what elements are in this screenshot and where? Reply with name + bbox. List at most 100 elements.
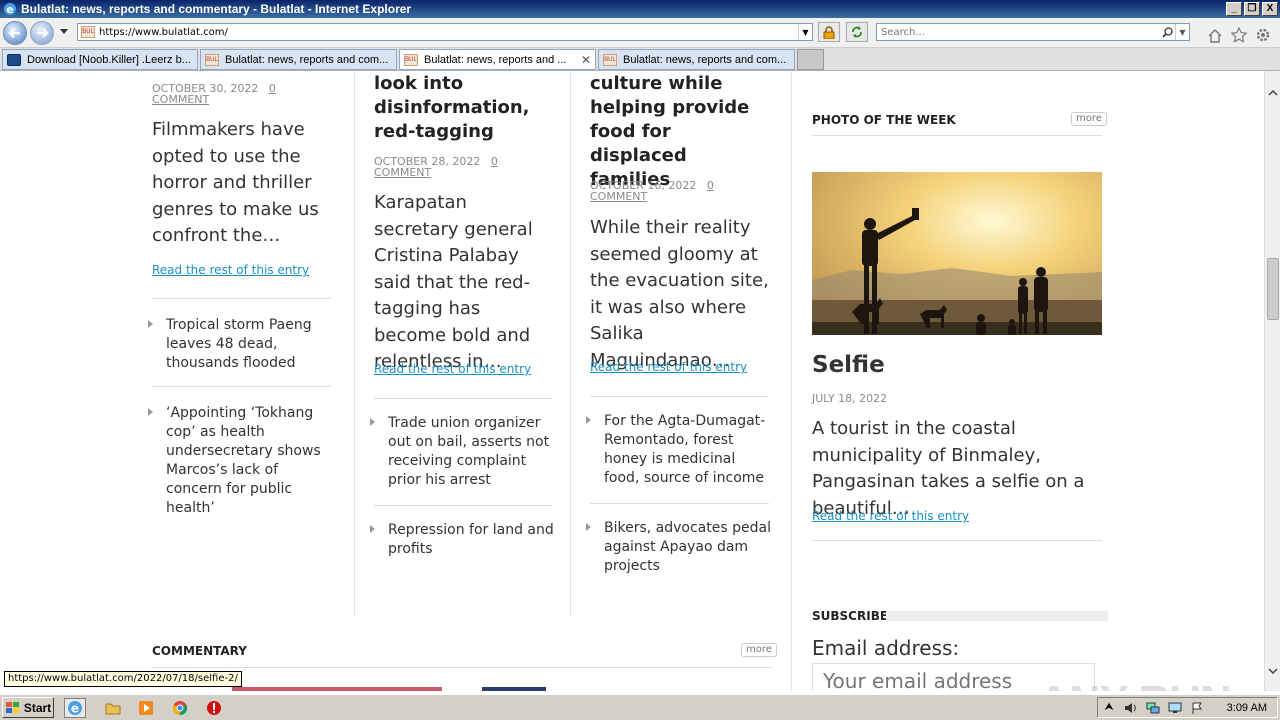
related-link[interactable]: Repression for land and profits — [370, 521, 556, 559]
history-dropdown-icon[interactable] — [60, 29, 68, 34]
address-bar: BUL https://www.bulatlat.com/ ▼ ▼ — [0, 18, 1280, 48]
post-excerpt: While their reality seemed gloomy at the… — [590, 217, 769, 371]
photo-of-week-image[interactable] — [812, 172, 1102, 335]
back-arrow-icon — [8, 28, 20, 38]
column-divider — [570, 71, 571, 616]
tab-bulatlat-1[interactable]: BUL Bulatlat: news, reports and com... — [200, 49, 397, 70]
tab-bar: Download [Noob.Killer] .Leerz b... BUL B… — [0, 48, 1280, 71]
favorites-star-icon[interactable] — [1230, 26, 1248, 44]
stop-taskbar-icon[interactable] — [203, 698, 225, 718]
taskbar: Start e ⮝ 3:09 AM — [0, 694, 1280, 720]
scroll-down-icon[interactable] — [1265, 663, 1280, 679]
read-more-link[interactable]: Read the rest of this entry — [374, 362, 531, 376]
commentary-more-button[interactable]: more — [741, 643, 777, 657]
email-label: Email address: — [812, 636, 960, 660]
home-icon[interactable] — [1206, 26, 1224, 44]
read-more-link[interactable]: Read the rest of this entry — [812, 509, 969, 523]
search-dropdown-icon[interactable]: ▼ — [1175, 24, 1189, 40]
ie-taskbar-icon[interactable]: e — [64, 698, 86, 718]
post-date: OCTOBER 16, 2022 0 COMMENT — [590, 179, 714, 203]
url-field[interactable]: BUL https://www.bulatlat.com/ ▼ — [77, 23, 813, 41]
network-icon[interactable] — [1142, 702, 1164, 714]
bullet-arrow-icon — [586, 416, 591, 424]
restore-button[interactable]: ❐ — [1244, 2, 1260, 16]
read-more-link[interactable]: Read the rest of this entry — [152, 263, 309, 277]
refresh-icon — [852, 26, 862, 38]
settings-gear-icon[interactable] — [1254, 26, 1272, 44]
related-link[interactable]: Bikers, advocates pedal against Apayao d… — [586, 519, 774, 576]
scroll-up-icon[interactable] — [1265, 85, 1280, 101]
window-title: Bulatlat: news, reports and commentary -… — [21, 2, 412, 16]
post-excerpt: Filmmakers have opted to use the horror … — [152, 119, 319, 246]
tray-expand-icon[interactable]: ⮝ — [1098, 701, 1120, 714]
forward-button[interactable] — [30, 21, 54, 45]
url-text[interactable]: https://www.bulatlat.com/ — [99, 27, 798, 38]
status-bar-url: https://www.bulatlat.com/2022/07/18/self… — [4, 671, 242, 687]
close-window-button[interactable]: X — [1262, 2, 1278, 16]
post-date: OCTOBER 30, 2022 0 COMMENT — [152, 82, 276, 106]
url-dropdown-icon[interactable]: ▼ — [798, 24, 812, 40]
bullet-arrow-icon — [148, 408, 153, 416]
download-site-icon — [7, 53, 21, 66]
post-excerpt: Karapatan secretary general Cristina Pal… — [374, 192, 533, 372]
system-tray: ⮝ 3:09 AM — [1097, 697, 1278, 718]
post-date: OCTOBER 28, 2022 0 COMMENT — [374, 155, 498, 179]
forward-arrow-icon — [37, 28, 49, 38]
search-field[interactable]: ▼ — [876, 23, 1190, 41]
read-more-link[interactable]: Read the rest of this entry — [590, 360, 747, 374]
bulatlat-favicon-icon: BUL — [603, 53, 617, 66]
tab-label: Bulatlat: news, reports and com... — [623, 53, 787, 66]
tab-bulatlat-3[interactable]: BUL Bulatlat: news, reports and com... — [598, 49, 795, 70]
related-link[interactable]: Trade union organizer out on bail, asser… — [370, 414, 556, 490]
photo-date: JULY 18, 2022 — [812, 392, 888, 405]
tab-bulatlat-active[interactable]: BUL Bulatlat: news, reports and ... ✕ — [399, 49, 596, 70]
photo-more-button[interactable]: more — [1071, 112, 1107, 126]
related-link[interactable]: Tropical storm Paeng leaves 48 dead, tho… — [148, 316, 336, 373]
bullet-arrow-icon — [148, 320, 153, 328]
title-bar: e Bulatlat: news, reports and commentary… — [0, 0, 1280, 18]
subscribe-heading: SUBSCRIBE — [812, 609, 889, 623]
taskbar-clock[interactable]: 3:09 AM — [1227, 702, 1267, 714]
related-link[interactable]: ‘Appointing ‘Tokhang cop’ as health unde… — [148, 404, 338, 518]
windows-logo-icon — [5, 701, 19, 713]
back-button[interactable] — [3, 21, 27, 45]
bullet-arrow-icon — [370, 525, 375, 533]
close-tab-icon[interactable]: ✕ — [579, 53, 593, 67]
lock-icon — [823, 25, 835, 39]
scrollbar-thumb[interactable] — [1267, 258, 1279, 320]
flag-icon[interactable] — [1186, 702, 1208, 714]
start-button[interactable]: Start — [2, 697, 54, 718]
bullet-arrow-icon — [586, 523, 591, 531]
tab-download[interactable]: Download [Noob.Killer] .Leerz b... — [2, 49, 198, 70]
commentary-thumbnail[interactable] — [232, 687, 442, 691]
minimize-button[interactable]: _ — [1226, 2, 1242, 16]
column-divider — [791, 71, 792, 691]
security-lock-button[interactable] — [818, 22, 840, 42]
monitor-icon[interactable] — [1164, 702, 1186, 714]
page-content: OCTOBER 30, 2022 0 COMMENT Filmmakers ha… — [0, 71, 1264, 691]
new-tab-button[interactable] — [797, 49, 824, 70]
photo-excerpt: A tourist in the coastal municipality of… — [812, 418, 1085, 519]
post-headline[interactable]: look into disinformation, red-tagging — [374, 72, 549, 144]
refresh-button[interactable] — [846, 22, 868, 42]
tab-label: Bulatlat: news, reports and ... — [424, 53, 567, 66]
folder-taskbar-icon[interactable] — [102, 698, 124, 718]
post-headline[interactable]: culture while helping provide food for d… — [590, 72, 770, 192]
search-input[interactable] — [877, 26, 1159, 38]
svg-text:e: e — [6, 3, 13, 16]
tab-label: Download [Noob.Killer] .Leerz b... — [27, 53, 191, 66]
commentary-thumbnail[interactable] — [482, 687, 546, 691]
column-divider — [354, 71, 355, 616]
related-link[interactable]: For the Agta-Dumagat-Remontado, forest h… — [586, 412, 774, 488]
photo-of-week-heading: PHOTO OF THE WEEK — [812, 113, 956, 127]
search-icon[interactable] — [1159, 26, 1175, 38]
photo-title[interactable]: Selfie — [812, 352, 885, 378]
chrome-taskbar-icon[interactable] — [169, 698, 191, 718]
commentary-heading: COMMENTARY — [152, 644, 247, 658]
tab-label: Bulatlat: news, reports and com... — [225, 53, 389, 66]
volume-icon[interactable] — [1120, 702, 1142, 714]
site-favicon-icon: BUL — [81, 26, 95, 38]
vertical-scrollbar[interactable] — [1264, 71, 1280, 691]
svg-text:e: e — [71, 702, 79, 716]
media-player-taskbar-icon[interactable] — [135, 698, 157, 718]
